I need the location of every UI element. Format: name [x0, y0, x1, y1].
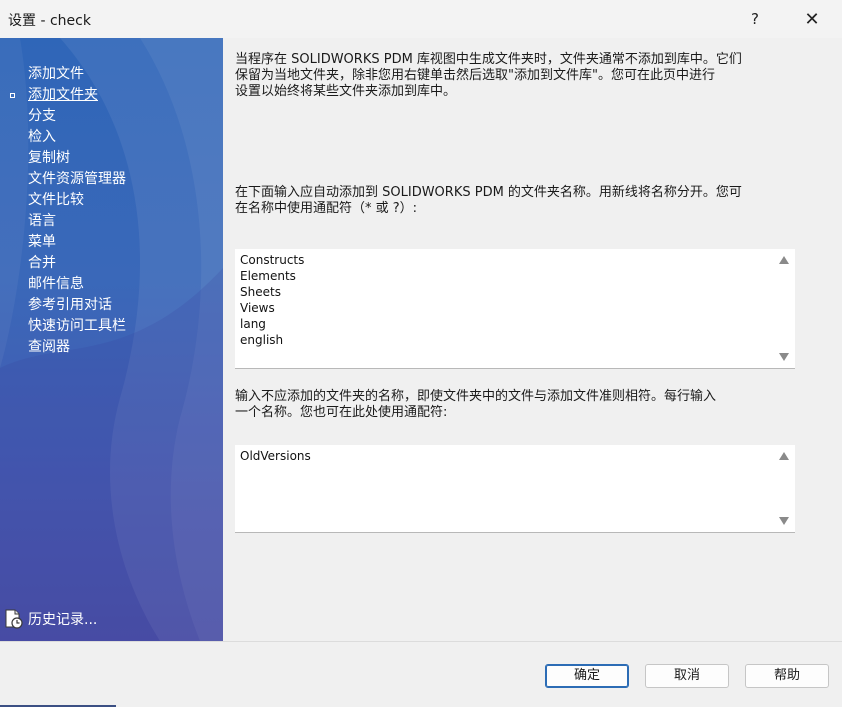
sidebar-item-label: 添加文件 [28, 66, 84, 82]
cancel-button[interactable]: 取消 [645, 664, 729, 688]
window-title: 设置 - check [8, 13, 91, 29]
history-link[interactable]: 历史记录... [4, 608, 97, 630]
sidebar-item-label: 检入 [28, 129, 56, 145]
scroll-up-icon[interactable] [779, 452, 789, 460]
sidebar-item-file-compare[interactable]: 文件比较 [0, 190, 223, 211]
list-item: OldVersions [240, 449, 311, 463]
help-icon[interactable]: ? [732, 2, 778, 36]
sidebar-item-label: 参考引用对话 [28, 297, 112, 313]
intro-text: 当程序在 SOLIDWORKS PDM 库视图中生成文件夹时，文件夹通常不添加到… [235, 52, 791, 100]
sidebar-item-label: 添加文件夹 [28, 87, 98, 103]
sidebar-item-label: 复制树 [28, 150, 70, 166]
ok-button[interactable]: 确定 [545, 664, 629, 688]
sidebar-item-label: 快速访问工具栏 [28, 318, 126, 334]
exclude-scrollbar[interactable] [775, 445, 795, 532]
intro-line: 设置以始终将某些文件夹添加到库中。 [235, 84, 457, 99]
sidebar-item-merge[interactable]: 合并 [0, 253, 223, 274]
sidebar: 添加文件 添加文件夹 分支 检入 复制树 文件资源管理器 文件比较 语言 菜单 … [0, 38, 223, 641]
intro-line: 当程序在 SOLIDWORKS PDM 库视图中生成文件夹时，文件夹通常不添加到… [235, 52, 742, 67]
sidebar-item-mail-info[interactable]: 邮件信息 [0, 274, 223, 295]
include-prompt-line: 在下面输入应自动添加到 SOLIDWORKS PDM 的文件夹名称。用新线将名称… [235, 185, 742, 200]
include-folders-lines: Constructs Elements Sheets Views lang en… [240, 252, 304, 348]
exclude-folders-lines: OldVersions [240, 448, 311, 464]
sidebar-nav: 添加文件 添加文件夹 分支 检入 复制树 文件资源管理器 文件比较 语言 菜单 … [0, 64, 223, 358]
scroll-down-icon[interactable] [779, 353, 789, 361]
list-item: lang [240, 317, 266, 331]
sidebar-item-label: 查阅器 [28, 339, 70, 355]
dialog-footer: 确定 取消 帮助 [0, 641, 842, 707]
list-item: Constructs [240, 253, 305, 267]
sidebar-item-add-file[interactable]: 添加文件 [0, 64, 223, 85]
history-icon [5, 609, 23, 629]
help-button[interactable]: 帮助 [745, 664, 829, 688]
sidebar-item-language[interactable]: 语言 [0, 211, 223, 232]
list-item: Views [240, 301, 275, 315]
title-bar: 设置 - check ? ✕ [0, 0, 842, 38]
include-prompt: 在下面输入应自动添加到 SOLIDWORKS PDM 的文件夹名称。用新线将名称… [235, 185, 791, 217]
scroll-up-icon[interactable] [779, 256, 789, 264]
list-item: Sheets [240, 285, 281, 299]
settings-panel: 当程序在 SOLIDWORKS PDM 库视图中生成文件夹时，文件夹通常不添加到… [223, 38, 842, 641]
include-prompt-line: 在名称中使用通配符（* 或 ?）: [235, 201, 418, 216]
sidebar-item-file-explorer[interactable]: 文件资源管理器 [0, 169, 223, 190]
sidebar-item-menu[interactable]: 菜单 [0, 232, 223, 253]
sidebar-item-reference-dialog[interactable]: 参考引用对话 [0, 295, 223, 316]
sidebar-item-label: 分支 [28, 108, 56, 124]
list-item: english [240, 333, 284, 347]
sidebar-item-label: 合并 [28, 255, 56, 271]
list-item: Elements [240, 269, 296, 283]
exclude-folders-textarea[interactable]: OldVersions [235, 445, 795, 533]
sidebar-item-label: 菜单 [28, 234, 56, 250]
intro-line: 保留为当地文件夹，除非您用右键单击然后选取"添加到文件库"。您可在此页中进行 [235, 68, 715, 83]
sidebar-item-copy-tree[interactable]: 复制树 [0, 148, 223, 169]
sidebar-item-branch[interactable]: 分支 [0, 106, 223, 127]
selected-bullet-icon [10, 93, 15, 98]
exclude-prompt-line: 输入不应添加的文件夹的名称，即使文件夹中的文件与添加文件准则相符。每行输入 [235, 389, 717, 404]
sidebar-item-check-in[interactable]: 检入 [0, 127, 223, 148]
sidebar-item-label: 语言 [28, 213, 56, 229]
history-label: 历史记录... [28, 612, 98, 628]
scroll-down-icon[interactable] [779, 517, 789, 525]
sidebar-item-add-folder[interactable]: 添加文件夹 [0, 85, 223, 106]
sidebar-item-quick-access-toolbar[interactable]: 快速访问工具栏 [0, 316, 223, 337]
exclude-prompt-line: 一个名称。您也可在此处使用通配符: [235, 405, 448, 420]
sidebar-item-label: 文件资源管理器 [28, 171, 126, 187]
close-icon[interactable]: ✕ [789, 2, 835, 36]
include-folders-textarea[interactable]: Constructs Elements Sheets Views lang en… [235, 249, 795, 369]
sidebar-item-label: 邮件信息 [28, 276, 84, 292]
sidebar-item-label: 文件比较 [28, 192, 84, 208]
include-scrollbar[interactable] [775, 249, 795, 368]
sidebar-item-viewer[interactable]: 查阅器 [0, 337, 223, 358]
exclude-prompt: 输入不应添加的文件夹的名称，即使文件夹中的文件与添加文件准则相符。每行输入 一个… [235, 389, 791, 421]
